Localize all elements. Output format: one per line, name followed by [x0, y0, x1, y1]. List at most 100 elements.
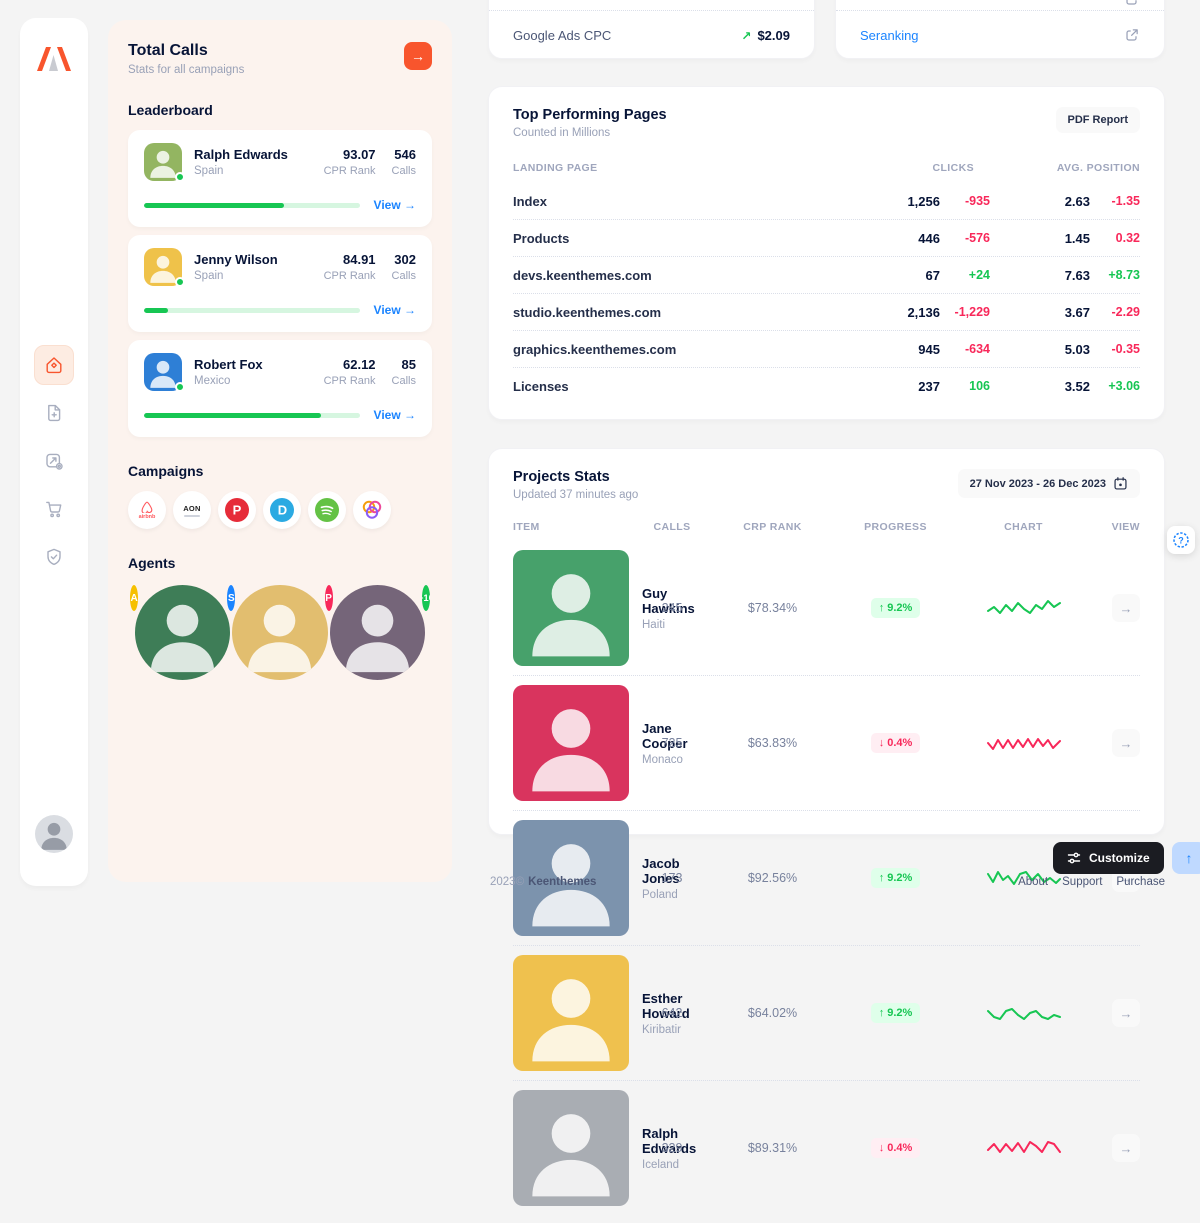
- row-avatar: [513, 685, 629, 801]
- aon-logo: AON: [183, 504, 201, 513]
- row-view-button[interactable]: →: [1112, 594, 1140, 622]
- col-calls: CALLS: [637, 521, 707, 533]
- table-row[interactable]: Esther HowardKiribatir 642 $64.02% ↑9.2%…: [513, 946, 1140, 1081]
- leaderboard-heading: Leaderboard: [128, 102, 432, 118]
- footer-links: About Support Purchase: [1020, 876, 1165, 888]
- campaign-rings[interactable]: [353, 491, 391, 529]
- leader-avatar: [144, 248, 182, 286]
- col-landing-page: LANDING PAGE: [513, 162, 840, 174]
- campaign-p[interactable]: P: [218, 491, 256, 529]
- arrow-right-icon: →: [1120, 736, 1133, 751]
- agents-more-count[interactable]: +10: [420, 583, 432, 613]
- view-link[interactable]: View →: [374, 408, 416, 422]
- person-country: Poland: [642, 889, 680, 901]
- card-subtitle: Updated 37 minutes ago: [513, 489, 638, 501]
- leaderboard-card: Ralph Edwards Spain 93.07CPR Rank 546Cal…: [128, 130, 432, 227]
- spotify-logo: [314, 497, 340, 523]
- agent-avatar[interactable]: [133, 583, 232, 682]
- arrow-right-icon: →: [1120, 601, 1133, 616]
- svg-text:?: ?: [1178, 535, 1184, 545]
- crp-rank-cell: $63.83%: [715, 736, 830, 750]
- profile-avatar[interactable]: [35, 815, 73, 853]
- card-title: Projects Stats: [513, 469, 638, 485]
- pdf-report-button[interactable]: PDF Report: [1056, 107, 1141, 133]
- agent-avatar[interactable]: [230, 583, 329, 682]
- seranking-link[interactable]: Seranking: [860, 28, 919, 43]
- sidebar-item-files[interactable]: [34, 393, 74, 433]
- file-plus-icon: [44, 403, 64, 423]
- progress-bar: [144, 308, 360, 313]
- airbnb-logo: [140, 501, 154, 513]
- question-badge-icon: ?: [1172, 531, 1190, 549]
- calls-cell: 245: [637, 601, 707, 615]
- leaderboard-card: Jenny Wilson Spain 84.91CPR Rank 302Call…: [128, 235, 432, 332]
- calls-label: Calls: [392, 270, 416, 282]
- performance-icon: [44, 451, 64, 471]
- table-row[interactable]: Index 1,256-935 2.63-1.35: [513, 183, 1140, 220]
- projects-stats-card: Projects Stats Updated 37 minutes ago 27…: [488, 448, 1165, 835]
- leader-country: Spain: [194, 165, 324, 177]
- person-country: Kiribatir: [642, 1024, 690, 1036]
- sidebar-item-security[interactable]: [34, 537, 74, 577]
- online-status-dot: [175, 172, 185, 182]
- ads-metrics-card: Google Ads CPC ↗$2.09: [488, 0, 815, 59]
- agent-avatar[interactable]: [328, 583, 427, 682]
- col-chart: CHART: [961, 521, 1086, 533]
- icon-sidebar: [20, 18, 88, 886]
- footer-brand[interactable]: Keenthemes: [528, 876, 596, 888]
- view-link[interactable]: View →: [374, 303, 416, 317]
- footer-link-purchase[interactable]: Purchase: [1116, 876, 1165, 888]
- footer-link-about[interactable]: About: [1018, 876, 1048, 888]
- footer-link-support[interactable]: Support: [1062, 876, 1102, 888]
- progress-badge: ↑9.2%: [871, 1003, 921, 1023]
- row-view-button[interactable]: →: [1112, 1134, 1140, 1162]
- crp-rank-cell: $64.02%: [715, 1006, 830, 1020]
- scroll-top-button[interactable]: ↑: [1172, 842, 1200, 874]
- campaign-spotify[interactable]: [308, 491, 346, 529]
- landing-page: devs.keenthemes.com: [513, 268, 840, 283]
- sidebar-item-performance[interactable]: [34, 441, 74, 481]
- table-row[interactable]: studio.keenthemes.com 2,136-1,229 3.67-2…: [513, 294, 1140, 331]
- date-range-label: 27 Nov 2023 - 26 Dec 2023: [970, 478, 1106, 490]
- arrow-right-icon: →: [1120, 1141, 1133, 1156]
- sliders-icon: [1067, 851, 1081, 865]
- external-link-icon[interactable]: [1124, 27, 1140, 43]
- row-avatar: [513, 550, 629, 666]
- campaign-airbnb[interactable]: airbnb: [128, 491, 166, 529]
- calls-cell: 642: [637, 1006, 707, 1020]
- row-view-button[interactable]: →: [1112, 999, 1140, 1027]
- cpr-rank-label: CPR Rank: [324, 165, 376, 177]
- shield-check-icon: [44, 547, 64, 567]
- table-row[interactable]: Guy HawkinsHaiti 245 $78.34% ↑9.2% →: [513, 541, 1140, 676]
- calls-value: 302: [392, 252, 416, 267]
- d-bubble-logo: D: [269, 497, 295, 523]
- sidebar-item-orders[interactable]: [34, 489, 74, 529]
- leader-avatar: [144, 353, 182, 391]
- calls-value: 546: [392, 147, 416, 162]
- panel-forward-button[interactable]: →: [404, 42, 432, 70]
- table-row[interactable]: Jane CooperMonaco 725 $63.83% ↓0.4% →: [513, 676, 1140, 811]
- sidebar-item-home[interactable]: [34, 345, 74, 385]
- table-row[interactable]: Ralph EdwardsIceland 329 $89.31% ↓0.4% →: [513, 1081, 1140, 1215]
- campaign-d[interactable]: D: [263, 491, 301, 529]
- crp-rank-cell: $92.56%: [715, 871, 830, 885]
- row-view-button[interactable]: →: [1112, 729, 1140, 757]
- svg-text:D: D: [278, 503, 287, 518]
- airbnb-wordmark: airbnb: [139, 514, 156, 520]
- table-row[interactable]: graphics.keenthemes.com 945-634 5.03-0.3…: [513, 331, 1140, 368]
- col-crp-rank: CRP RANK: [715, 521, 830, 533]
- calls-cell: 173: [637, 871, 707, 885]
- card-title: Top Performing Pages: [513, 107, 667, 123]
- date-range-button[interactable]: 27 Nov 2023 - 26 Dec 2023: [958, 469, 1140, 498]
- campaign-aon[interactable]: AON: [173, 491, 211, 529]
- table-row[interactable]: Products 446-576 1.450.32: [513, 220, 1140, 257]
- sparkline-chart: [961, 731, 1086, 755]
- table-row[interactable]: Licenses 237106 3.52+3.06: [513, 368, 1140, 405]
- help-button[interactable]: ?: [1167, 526, 1195, 554]
- customize-button[interactable]: Customize: [1053, 842, 1164, 874]
- cpr-rank-value: 84.91: [324, 252, 376, 267]
- view-link[interactable]: View →: [374, 198, 416, 212]
- external-link-icon: [1124, 0, 1140, 7]
- leader-name: Jenny Wilson: [194, 252, 324, 267]
- table-row[interactable]: devs.keenthemes.com 67+24 7.63+8.73: [513, 257, 1140, 294]
